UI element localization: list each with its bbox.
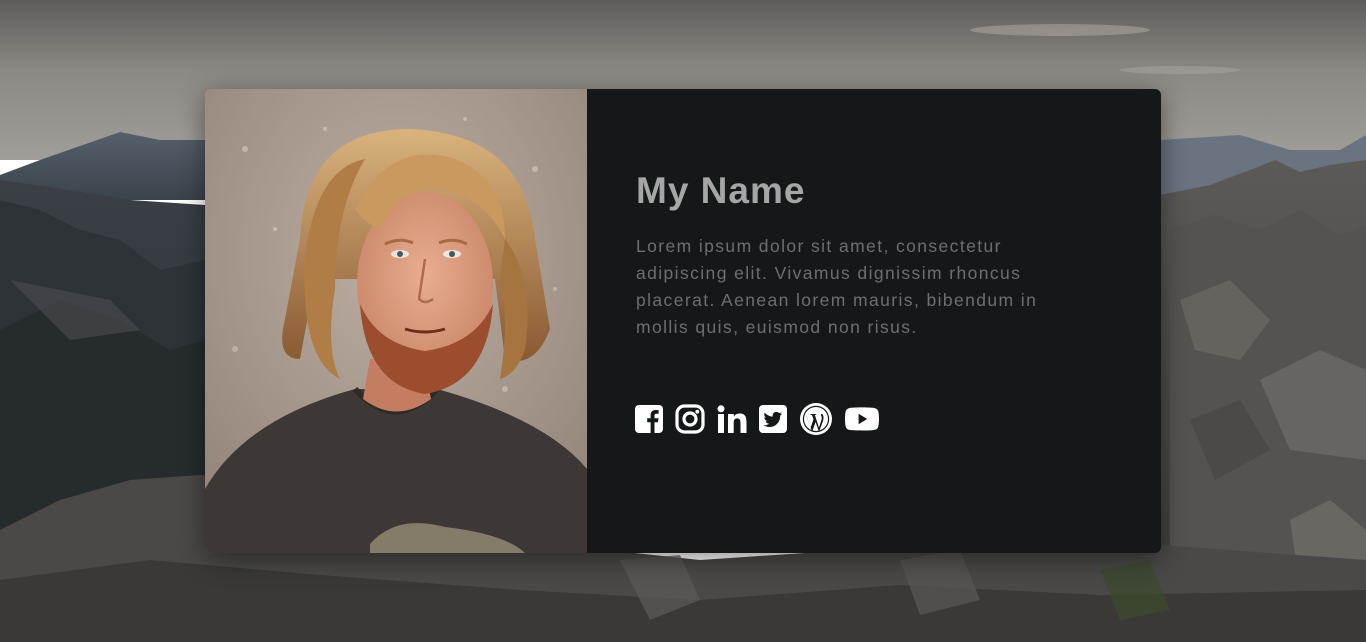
- profile-bio: Lorem ipsum dolor sit amet, consectetur …: [636, 236, 1038, 337]
- profile-info-panel: My Name Lorem ipsum dolor sit amet, cons…: [587, 89, 1161, 553]
- twitter-link[interactable]: [759, 402, 787, 435]
- twitter-square-icon: [759, 404, 787, 433]
- social-links: [635, 402, 891, 435]
- youtube-link[interactable]: [845, 402, 879, 435]
- profile-photo: [205, 89, 587, 553]
- wordpress-link[interactable]: [799, 402, 833, 435]
- youtube-icon: [845, 406, 879, 431]
- facebook-square-icon: [635, 404, 663, 433]
- linkedin-link[interactable]: [717, 402, 747, 435]
- profile-name: My Name: [636, 170, 806, 211]
- instagram-icon: [675, 403, 705, 434]
- linkedin-icon: [717, 404, 747, 433]
- wordpress-icon: [800, 402, 832, 435]
- facebook-link[interactable]: [635, 402, 663, 435]
- profile-card: My Name Lorem ipsum dolor sit amet, cons…: [205, 89, 1161, 553]
- instagram-link[interactable]: [675, 402, 705, 435]
